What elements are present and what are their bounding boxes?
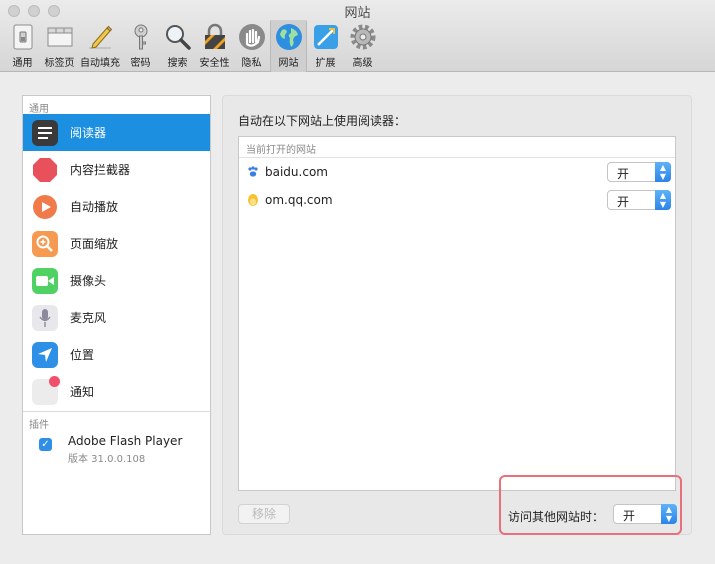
toolbar-privacy[interactable]: 隐私	[233, 20, 270, 72]
sidebar-item-label: 位置	[70, 348, 95, 362]
toolbar-label: 网站	[278, 58, 299, 69]
site-reader-select[interactable]: 开 ▲ ▼	[607, 162, 671, 182]
play-icon	[32, 194, 58, 220]
reader-icon	[32, 119, 58, 146]
sidebar-item-label: 麦克风	[70, 311, 107, 325]
sidebar-item-page-zoom[interactable]: 页面缩放	[23, 225, 210, 262]
camera-icon	[32, 267, 58, 294]
baidu-paw-icon	[248, 166, 258, 177]
microphone-icon	[32, 304, 58, 331]
plugin-enabled-checkbox[interactable]: ✓	[39, 438, 52, 451]
table-row[interactable]: om.qq.com 开 ▲ ▼	[239, 186, 675, 214]
site-reader-select[interactable]: 开 ▲ ▼	[607, 190, 671, 210]
select-arrows-icon: ▲ ▼	[655, 162, 671, 182]
column-header: 当前打开的网站	[239, 137, 675, 158]
toolbar-security[interactable]: 安全性	[196, 20, 233, 72]
sidebar-section-general: 通用	[29, 104, 49, 115]
highlight-annotation	[499, 475, 682, 535]
hand-icon	[238, 24, 265, 50]
toolbar-label: 高级	[352, 58, 373, 69]
location-arrow-icon	[32, 341, 58, 368]
sidebar-item-label: 自动播放	[70, 200, 119, 214]
switch-icon	[13, 24, 32, 50]
key-icon	[134, 24, 147, 50]
sidebar-item-reader[interactable]: 阅读器	[23, 114, 210, 151]
sidebar-section-plugins: 插件	[29, 420, 49, 431]
gear-icon	[350, 24, 375, 50]
toolbar-label: 扩展	[315, 58, 336, 69]
toolbar-autofill[interactable]: 自动填充	[78, 20, 122, 72]
select-value: 开	[617, 167, 630, 181]
sidebar-item-content-blockers[interactable]: 内容拦截器	[23, 151, 210, 188]
sidebar-item-notifications[interactable]: 通知	[23, 373, 210, 410]
sidebar-item-camera[interactable]: 摄像头	[23, 262, 210, 299]
open-sites-table: 当前打开的网站 baidu.com 开 ▲ ▼ om.qq.com 开 ▲ ▼	[238, 136, 676, 491]
toolbar-search[interactable]: 搜索	[159, 20, 196, 72]
window-title: 网站	[344, 6, 371, 21]
sidebar-item-label: 内容拦截器	[70, 163, 131, 177]
toolbar-label: 安全性	[199, 58, 230, 69]
plugin-name: Adobe Flash Player	[68, 434, 183, 448]
notification-icon	[32, 375, 60, 405]
websites-sidebar: 通用 阅读器 内容拦截器 自动播放 页面缩放 摄像头 麦克风 位置 通知 插件 …	[22, 95, 211, 535]
qq-penguin-icon	[248, 194, 258, 206]
toolbar-advanced[interactable]: 高级	[344, 20, 381, 72]
panel-heading: 自动在以下网站上使用阅读器：	[238, 114, 407, 128]
remove-button[interactable]: 移除	[238, 504, 290, 524]
toolbar-label: 标签页	[44, 58, 75, 69]
magnifier-icon	[165, 25, 191, 50]
preferences-content: 通用 阅读器 内容拦截器 自动播放 页面缩放 摄像头 麦克风 位置 通知 插件 …	[0, 73, 715, 564]
tabs-icon	[47, 27, 72, 47]
sidebar-item-label: 页面缩放	[70, 237, 119, 251]
globe-icon	[275, 24, 302, 50]
sidebar-item-label: 阅读器	[70, 126, 107, 140]
table-row[interactable]: baidu.com 开 ▲ ▼	[239, 158, 675, 186]
sidebar-item-microphone[interactable]: 麦克风	[23, 299, 210, 336]
sidebar-item-autoplay[interactable]: 自动播放	[23, 188, 210, 225]
lock-icon	[204, 23, 225, 49]
sidebar-item-location[interactable]: 位置	[23, 336, 210, 373]
toolbar-websites[interactable]: 网站	[270, 20, 307, 72]
reader-settings-panel: 自动在以下网站上使用阅读器： 当前打开的网站 baidu.com 开 ▲ ▼ om…	[222, 95, 692, 535]
toolbar-label: 搜索	[167, 58, 188, 69]
toolbar-tabs[interactable]: 标签页	[41, 20, 78, 72]
toolbar-extensions[interactable]: 扩展	[307, 20, 344, 72]
stop-octagon-icon	[32, 157, 58, 183]
toolbar-label: 隐私	[241, 58, 262, 69]
sidebar-item-label: 摄像头	[70, 274, 107, 288]
preferences-toolbar: 通用 标签页 自动填充 密码 搜索 安全性 隐私 网站 扩展 高级	[4, 20, 381, 72]
select-arrows-icon: ▲ ▼	[655, 190, 671, 210]
puzzle-icon	[313, 25, 338, 49]
toolbar-general[interactable]: 通用	[4, 20, 41, 72]
window-titlebar: 网站 通用 标签页 自动填充 密码 搜索 安全性 隐私 网站 扩展 高级	[0, 0, 715, 72]
sidebar-item-label: 通知	[70, 385, 95, 399]
sidebar-item-flash-plugin[interactable]: ✓ Adobe Flash Player 版本 31.0.0.108	[23, 430, 210, 470]
toolbar-label: 密码	[130, 58, 151, 69]
plugin-version: 版本 31.0.0.108	[68, 454, 146, 465]
toolbar-label: 通用	[12, 58, 33, 69]
site-name: baidu.com	[265, 165, 328, 179]
select-value: 开	[617, 195, 630, 209]
toolbar-label: 自动填充	[80, 58, 120, 69]
pencil-icon	[89, 25, 113, 49]
toolbar-passwords[interactable]: 密码	[122, 20, 159, 72]
zoom-icon	[32, 230, 58, 257]
site-name: om.qq.com	[265, 193, 333, 207]
